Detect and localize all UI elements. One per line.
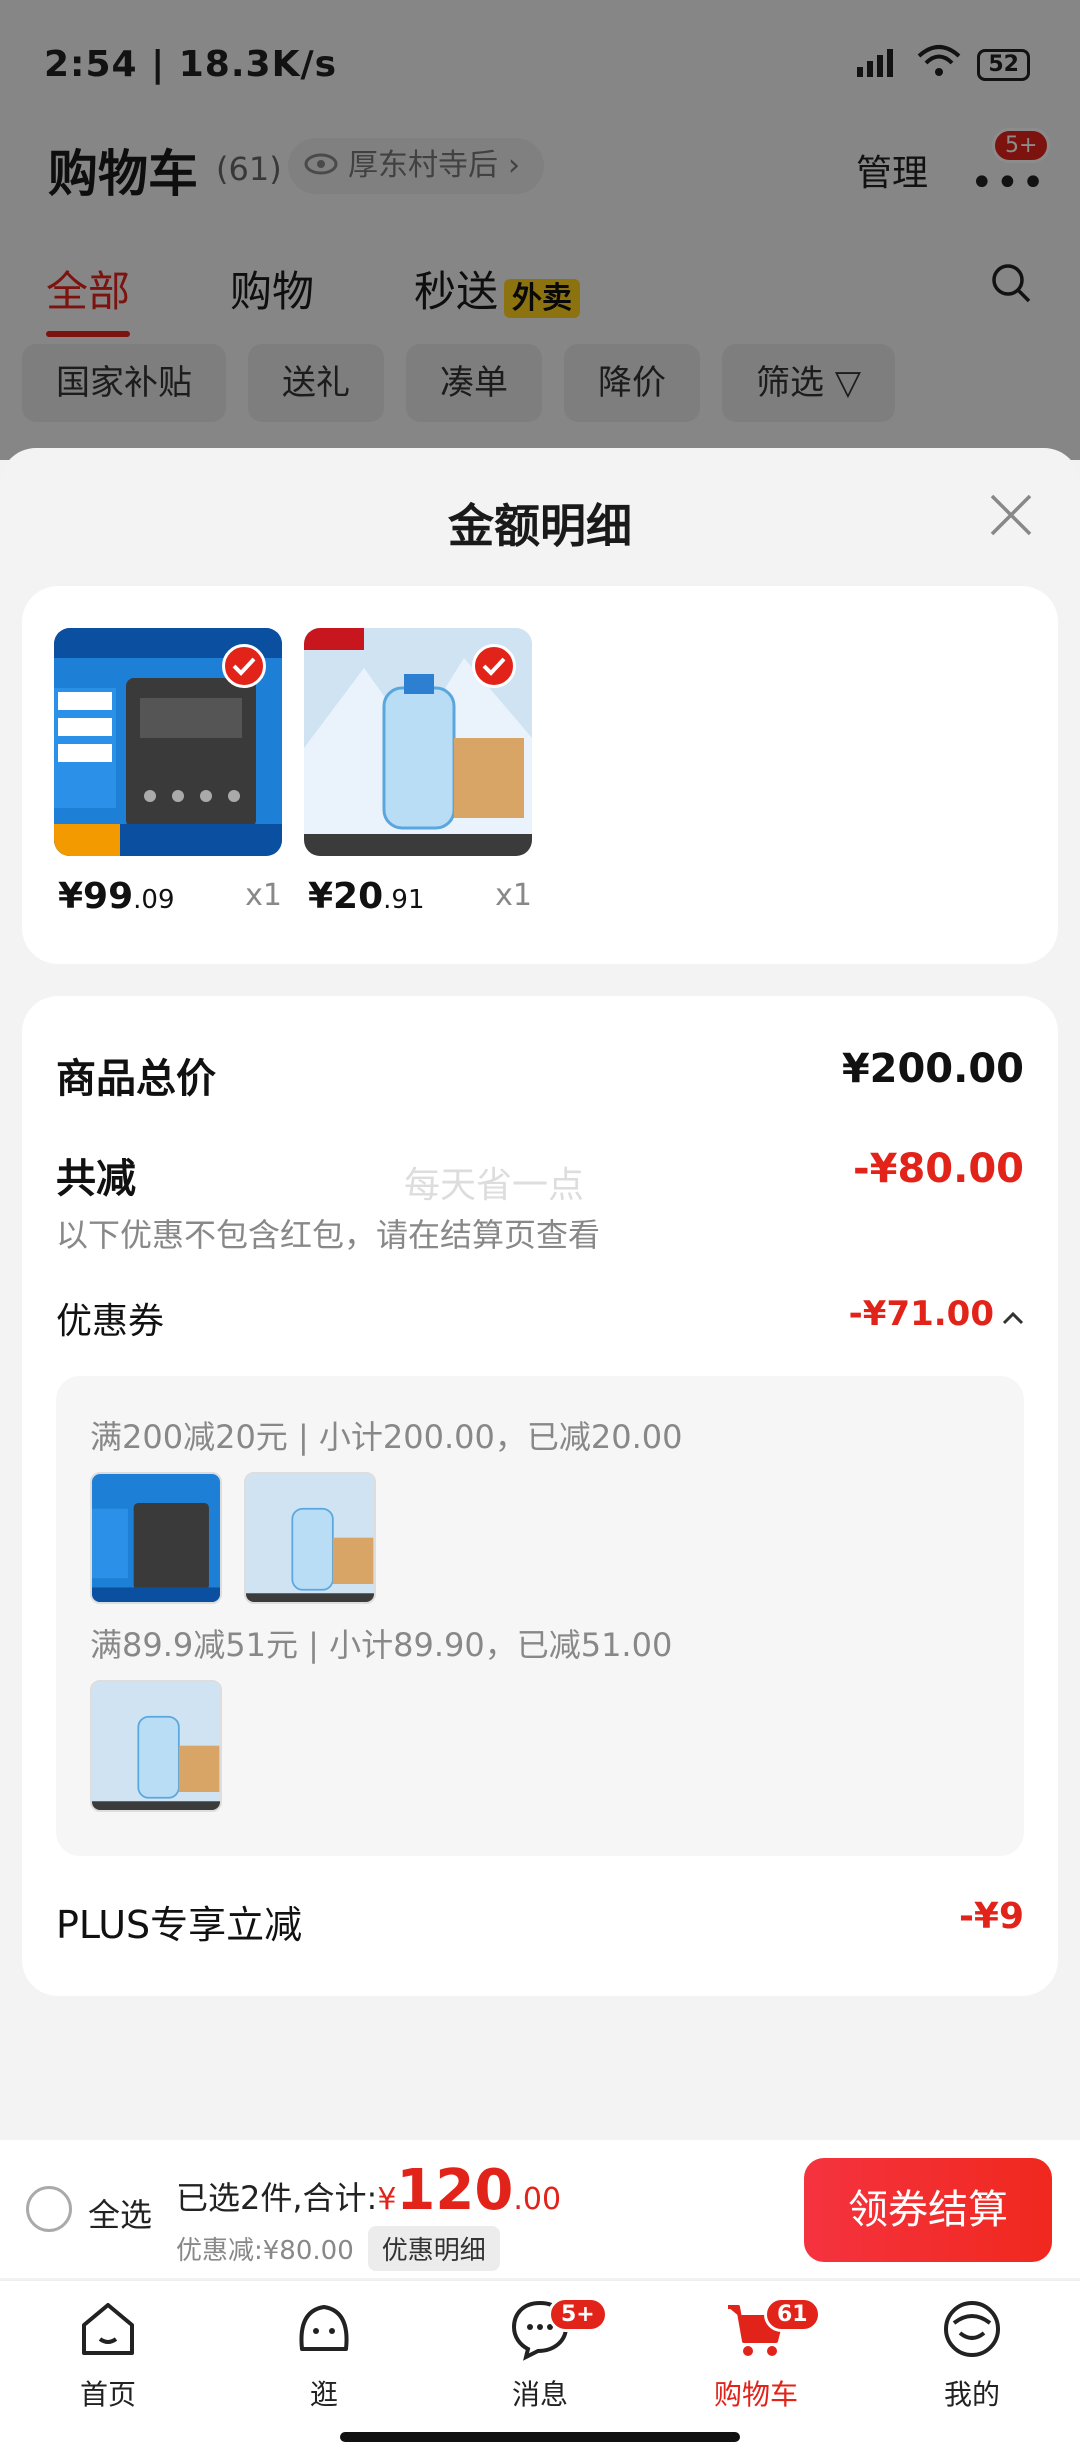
reduce-value: -¥80.00 xyxy=(853,1146,1024,1192)
total-amount: 120 xyxy=(396,2158,514,2223)
item-price-dec: .09 xyxy=(133,885,175,915)
close-icon[interactable] xyxy=(988,492,1034,538)
nav-browse-label: 逛 xyxy=(309,2378,338,2411)
discount-text: 优惠减:¥80.00 xyxy=(176,2236,354,2266)
mini-thumb-water-2 xyxy=(90,1680,222,1812)
item-price-dec: .91 xyxy=(383,885,425,915)
amount-detail-sheet: 金额明细 ¥99.09 x1 ¥20.91 x1 商品总价 ¥200.00 每天… xyxy=(0,448,1080,2140)
home-indicator[interactable] xyxy=(340,2432,740,2442)
item-contactor[interactable]: ¥99.09 x1 xyxy=(54,628,282,920)
chevron-up-icon xyxy=(1002,1294,1024,1334)
select-all-label[interactable]: 全选 xyxy=(88,2190,152,2236)
checkout-button[interactable]: 领券结算 xyxy=(804,2158,1052,2262)
sheet-title: 金额明细 xyxy=(448,499,632,553)
total-yen: ¥ xyxy=(377,2182,397,2217)
item-water[interactable]: ¥20.91 x1 xyxy=(304,628,532,920)
product-thumb-water xyxy=(304,628,532,856)
coupon-value: -¥71.00 xyxy=(848,1294,994,1334)
check-icon xyxy=(222,644,266,688)
plus-value: -¥9 xyxy=(958,1896,1024,1937)
coupon-detail-box: 满200减20元 | 小计200.00，已减20.00 满89.9减51元 | … xyxy=(56,1376,1024,1856)
mini-thumb-contactor xyxy=(90,1472,222,1604)
cart-badge: 61 xyxy=(764,2297,821,2332)
mini-thumb-water xyxy=(244,1472,376,1604)
checkout-bar: 全选 已选2件,合计: ¥ 120 .00 优惠减:¥80.00 优惠明细 领券… xyxy=(0,2140,1080,2278)
watermark-text: 每天省一点 xyxy=(404,1165,585,1206)
plus-label: PLUS专享立减 xyxy=(56,1903,303,1947)
coupon-line-2: 满89.9减51元 | 小计89.90，已减51.00 xyxy=(90,1626,673,1664)
reduce-note: 以下优惠不包含红包，请在结算页查看 xyxy=(56,1216,601,1254)
discount-detail-button[interactable]: 优惠明细 xyxy=(367,2226,500,2271)
total-decimal: .00 xyxy=(513,2182,562,2217)
check-icon xyxy=(472,644,516,688)
price-detail-card: 商品总价 ¥200.00 每天省一点 共减 -¥80.00 以下优惠不包含红包，… xyxy=(22,996,1058,1996)
nav-cart[interactable]: 购物车 61 xyxy=(676,2297,836,2413)
summary-label: 已选2件,合计: xyxy=(176,2179,378,2217)
coupon-line-1: 满200减20元 | 小计200.00，已减20.00 xyxy=(90,1418,683,1456)
total-summary: 已选2件,合计: ¥ 120 .00 xyxy=(176,2158,561,2223)
nav-messages-label: 消息 xyxy=(511,2378,568,2411)
product-thumb-contactor xyxy=(54,628,282,856)
item-price-int: ¥99 xyxy=(58,876,134,917)
nav-home[interactable]: 首页 xyxy=(28,2297,188,2413)
nav-cart-label: 购物车 xyxy=(713,2378,798,2411)
coupon-label: 优惠券 xyxy=(56,1301,165,1342)
total-value: ¥200.00 xyxy=(841,1046,1024,1092)
select-all-radio[interactable] xyxy=(26,2186,72,2232)
nav-me[interactable]: 我的 xyxy=(892,2297,1052,2413)
item-price: ¥99.09 xyxy=(58,876,175,917)
coupon-toggle[interactable]: -¥71.00 xyxy=(849,1294,1024,1334)
profile-icon xyxy=(944,2301,1000,2357)
nav-browse[interactable]: 逛 xyxy=(244,2297,404,2413)
item-qty: x1 xyxy=(495,878,532,913)
item-price-int: ¥20 xyxy=(308,876,384,917)
home-icon xyxy=(82,2303,134,2355)
browse-icon xyxy=(299,2305,349,2351)
nav-me-label: 我的 xyxy=(943,2378,1000,2411)
discount-line: 优惠减:¥80.00 优惠明细 xyxy=(176,2226,500,2271)
nav-home-label: 首页 xyxy=(79,2378,136,2411)
messages-badge: 5+ xyxy=(548,2297,608,2332)
reduce-label: 共减 xyxy=(56,1156,136,1202)
modal-overlay[interactable] xyxy=(0,0,1080,460)
item-qty: x1 xyxy=(245,878,282,913)
total-label: 商品总价 xyxy=(56,1056,216,1102)
item-price: ¥20.91 xyxy=(308,876,425,917)
selected-items-card: ¥99.09 x1 ¥20.91 x1 xyxy=(22,586,1058,964)
nav-messages[interactable]: 消息 5+ xyxy=(460,2297,620,2413)
